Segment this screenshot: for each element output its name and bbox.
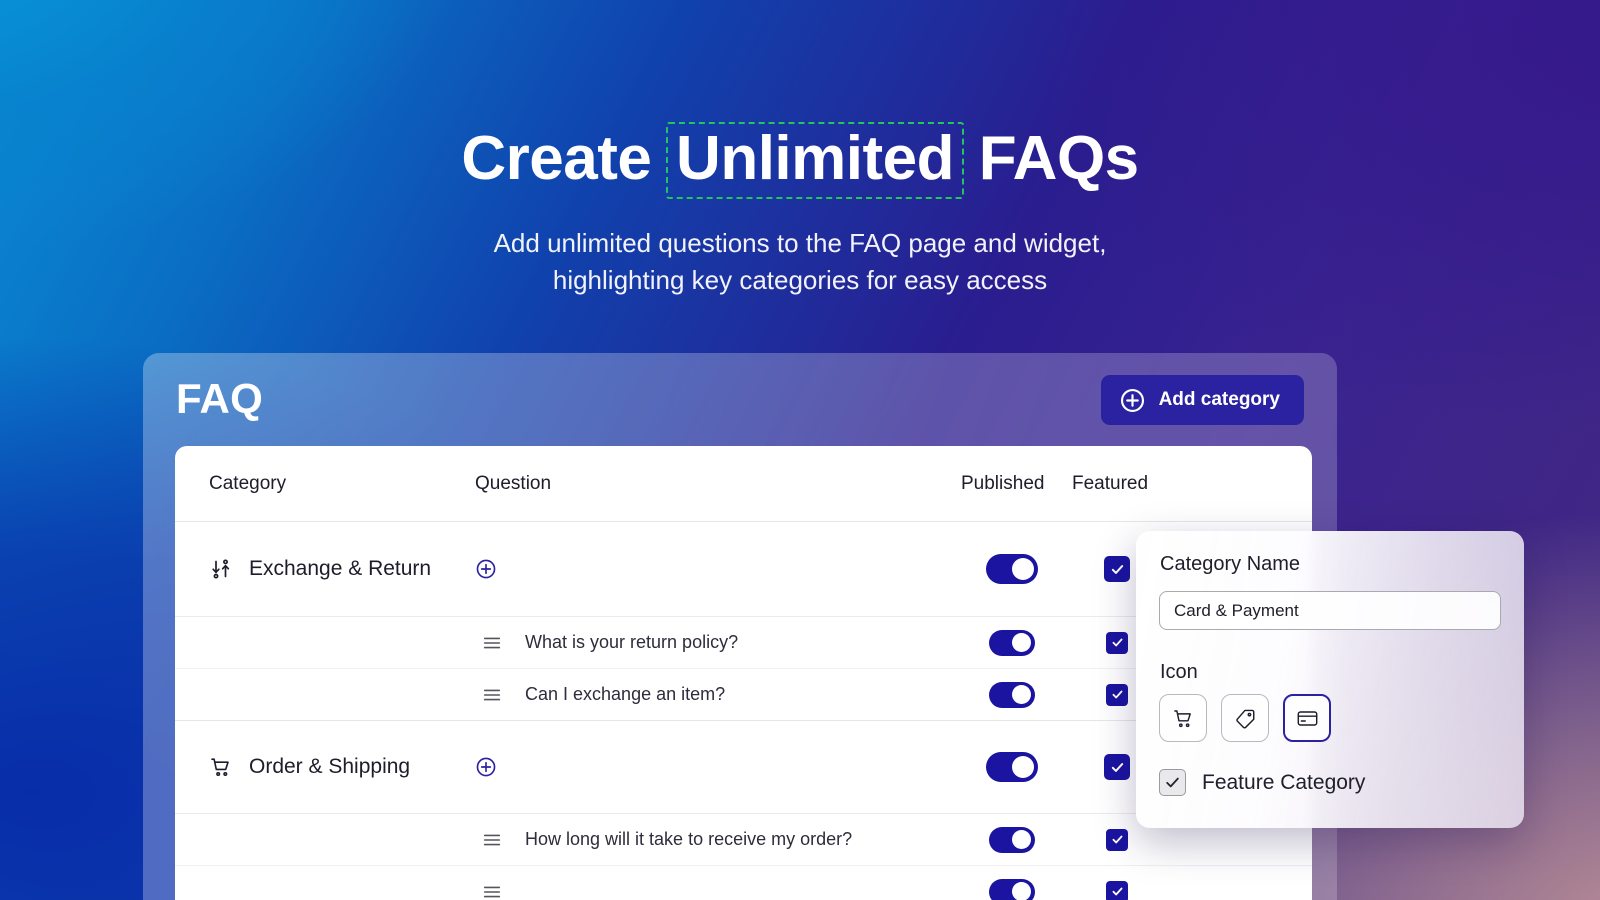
column-header-category: Category [175, 473, 475, 495]
add-category-label: Add category [1159, 389, 1280, 411]
page-title: FAQ [176, 375, 263, 423]
icon-option-credit-card[interactable] [1283, 694, 1331, 742]
question-text: Can I exchange an item? [525, 684, 725, 705]
question-cell [475, 881, 955, 900]
category-name: Exchange & Return [249, 557, 431, 581]
featured-checkbox[interactable] [1104, 754, 1130, 780]
category-cell: Order & Shipping [209, 755, 475, 779]
drag-handle-icon[interactable] [481, 684, 503, 706]
published-toggle[interactable] [989, 682, 1035, 708]
featured-checkbox[interactable] [1106, 829, 1128, 851]
drag-handle-icon[interactable] [481, 829, 503, 851]
published-toggle[interactable] [986, 752, 1038, 782]
plus-circle-icon [1119, 387, 1146, 414]
headline-text-after: FAQs [962, 124, 1139, 193]
page-headline: Create Unlimited FAQs [0, 122, 1600, 199]
return-tag-icon [1234, 707, 1257, 730]
headline-highlight-box: Unlimited [666, 122, 964, 199]
question-cell: Can I exchange an item? [475, 684, 955, 706]
add-question-button[interactable] [475, 756, 955, 778]
icon-option-group [1159, 694, 1331, 742]
icon-option-shopping-cart[interactable] [1159, 694, 1207, 742]
shopping-cart-icon [209, 755, 233, 779]
add-category-button[interactable]: Add category [1101, 375, 1304, 425]
published-toggle[interactable] [989, 630, 1035, 656]
screenshot-root: Create Unlimited FAQs Add unlimited ques… [0, 0, 1600, 900]
add-question-button[interactable] [475, 558, 955, 580]
icon-option-return-tag[interactable] [1221, 694, 1269, 742]
featured-checkbox[interactable] [1106, 881, 1128, 900]
page-subheadline: Add unlimited questions to the FAQ page … [0, 225, 1600, 299]
column-header-featured: Featured [1068, 473, 1166, 495]
subheadline-line-1: Add unlimited questions to the FAQ page … [0, 225, 1600, 262]
credit-card-icon [1296, 707, 1319, 730]
headline-highlight-text: Unlimited [676, 124, 954, 193]
published-toggle[interactable] [989, 879, 1035, 900]
featured-checkbox[interactable] [1106, 684, 1128, 706]
category-name-input[interactable] [1159, 591, 1501, 630]
faq-panel-header: FAQ Add category [143, 353, 1337, 446]
published-toggle[interactable] [989, 827, 1035, 853]
category-name: Order & Shipping [249, 755, 410, 779]
plus-circle-icon [475, 558, 497, 580]
feature-category-label: Feature Category [1202, 771, 1365, 795]
icon-label: Icon [1160, 661, 1198, 684]
question-text: What is your return policy? [525, 632, 738, 653]
category-editor-modal: Category Name Icon [1136, 531, 1524, 828]
table-header-row: Category Question Published Featured [175, 446, 1312, 522]
featured-checkbox[interactable] [1106, 632, 1128, 654]
question-cell: How long will it take to receive my orde… [475, 829, 955, 851]
drag-handle-icon[interactable] [481, 881, 503, 900]
table-row[interactable] [175, 865, 1312, 900]
featured-checkbox[interactable] [1104, 556, 1130, 582]
headline-text-before: Create [461, 124, 668, 193]
exchange-arrows-icon [209, 557, 233, 581]
hero-section: Create Unlimited FAQs Add unlimited ques… [0, 0, 1600, 299]
column-header-published: Published [955, 473, 1068, 495]
drag-handle-icon[interactable] [481, 632, 503, 654]
feature-category-row[interactable]: Feature Category [1159, 769, 1365, 796]
column-header-question: Question [475, 473, 955, 495]
question-cell: What is your return policy? [475, 632, 955, 654]
plus-circle-icon [475, 756, 497, 778]
category-cell: Exchange & Return [209, 557, 475, 581]
question-text: How long will it take to receive my orde… [525, 829, 852, 850]
shopping-cart-icon [1172, 707, 1195, 730]
published-toggle[interactable] [986, 554, 1038, 584]
category-name-label: Category Name [1160, 553, 1300, 576]
subheadline-line-2: highlighting key categories for easy acc… [0, 262, 1600, 299]
feature-category-checkbox[interactable] [1159, 769, 1186, 796]
